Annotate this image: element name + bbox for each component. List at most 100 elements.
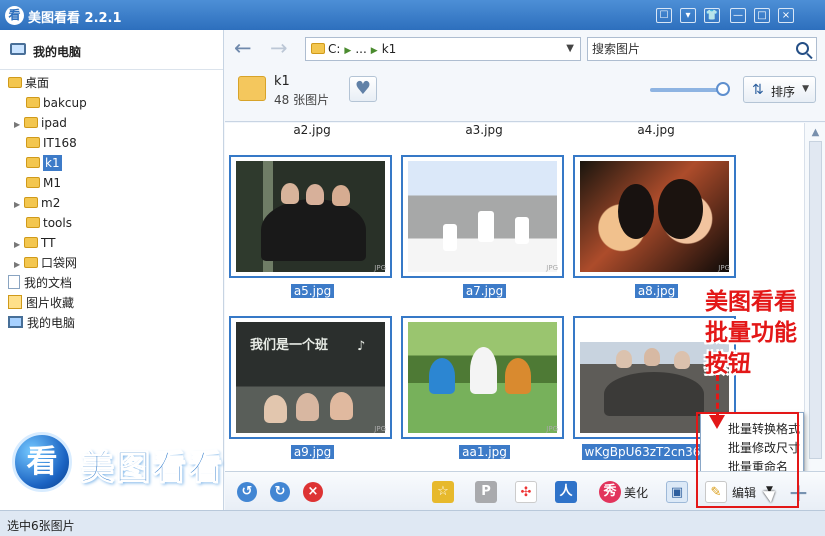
sort-label: 排序 [771, 85, 796, 99]
status-text: 选中6张图片 [7, 519, 75, 533]
favorites-icon [8, 295, 22, 309]
sidebar-item-desktop[interactable]: 桌面 [8, 74, 49, 93]
image-thumbnail[interactable]: JPG [229, 155, 392, 278]
folder-icon [311, 43, 325, 54]
computer-icon [10, 43, 26, 55]
sidebar-item-k1[interactable]: k1 [26, 154, 62, 173]
annotation-line: 按钮 [705, 351, 751, 377]
image-name[interactable]: a2.jpg [237, 123, 387, 137]
star-icon[interactable]: ☆ [432, 481, 454, 503]
sidebar-item-it168[interactable]: IT168 [26, 134, 77, 153]
beautify-icon[interactable]: 秀 [599, 481, 621, 503]
renren-icon[interactable]: 人 [555, 481, 577, 503]
window-title: 美图看看 2.2.1 [28, 11, 122, 26]
slideshow-icon[interactable]: ▣ [666, 481, 688, 503]
students-grass-photo [408, 322, 557, 433]
folder-info-bar: k1 48 张图片 ♥ ⇅ 排序 ▼ [225, 68, 825, 122]
sidebar-item-label: tools [43, 216, 72, 230]
sidebar-header: 我的电脑 [0, 30, 223, 70]
sidebar-item-tt[interactable]: ▶ TT [14, 234, 55, 253]
folder-icon [26, 137, 40, 148]
delete-icon[interactable]: × [303, 482, 323, 502]
breadcrumb-current[interactable]: k1 [382, 42, 397, 56]
sidebar-item-tools[interactable]: tools [26, 214, 72, 233]
beautify-label[interactable]: 美化 [624, 484, 648, 501]
sort-button[interactable]: ⇅ 排序 ▼ [743, 76, 816, 103]
zoom-slider-handle[interactable] [716, 82, 730, 96]
sidebar-header-label: 我的电脑 [33, 45, 82, 59]
weibo-icon[interactable]: ✣ [515, 481, 537, 503]
rotate-right-icon[interactable]: ↻ [270, 482, 290, 502]
search-box[interactable] [587, 37, 817, 61]
image-name[interactable]: aa1.jpg [401, 444, 568, 460]
search-icon[interactable] [796, 42, 809, 55]
favorite-heart-icon[interactable]: ♥ [349, 76, 377, 102]
expand-icon[interactable]: ▶ [14, 255, 24, 274]
folder-icon [26, 97, 40, 108]
sidebar-item-label: m2 [41, 196, 61, 210]
annotation-line: 批量功能 [705, 320, 797, 346]
minimize-button[interactable]: — [730, 8, 746, 23]
expand-icon[interactable]: ▶ [14, 115, 24, 134]
sidebar-item-m1[interactable]: M1 [26, 174, 61, 193]
scroll-thumb[interactable] [809, 141, 822, 459]
sidebar-item-label: M1 [43, 176, 61, 190]
sidebar-item-ipad[interactable]: ▶ ipad [14, 114, 67, 133]
folder-icon [26, 217, 40, 228]
image-thumbnail[interactable]: JPG [573, 155, 736, 278]
chevron-down-icon[interactable]: ▼ [566, 43, 574, 54]
menu-icon[interactable]: ▾ [680, 8, 696, 23]
image-name[interactable]: a4.jpg [581, 123, 731, 137]
sidebar-item-label: bakcup [43, 96, 87, 110]
image-name[interactable]: a7.jpg [401, 283, 568, 299]
jpg-badge: JPG [546, 425, 558, 433]
zoom-slider-track[interactable] [650, 88, 724, 92]
expand-icon[interactable]: ▶ [14, 235, 24, 254]
close-button[interactable]: × [778, 8, 794, 23]
skin-icon[interactable]: 👕 [704, 8, 720, 23]
image-thumbnail[interactable]: JPG [401, 155, 564, 278]
annotation: 美图看看 批量功能 按钮 [705, 287, 810, 380]
sidebar-item-my-documents[interactable]: 我的文档 [8, 274, 72, 293]
jpg-badge: JPG [718, 264, 730, 272]
message-icon[interactable]: ☐ [656, 8, 672, 23]
folder-icon [24, 197, 38, 208]
two-girls-photo [580, 161, 729, 272]
folder-icon [26, 157, 40, 168]
image-thumbnail[interactable]: JPG [401, 316, 564, 439]
folder-icon [8, 77, 22, 88]
sidebar-item-m2[interactable]: ▶ m2 [14, 194, 60, 213]
photo-count: 48 张图片 [274, 93, 330, 107]
scroll-up-icon[interactable]: ▲ [809, 127, 822, 140]
annotation-line: 美图看看 [705, 289, 797, 315]
sort-icon: ⇅ [752, 82, 764, 98]
expand-icon[interactable]: ▶ [14, 195, 24, 214]
search-input[interactable] [592, 41, 782, 55]
breadcrumb-drive[interactable]: C: [328, 42, 340, 56]
sidebar-item-picture-favorites[interactable]: 图片收藏 [8, 294, 74, 313]
sidebar-item-bakcup[interactable]: bakcup [26, 94, 87, 113]
chalkboard-text: ♪ [357, 339, 366, 354]
annotation-highlight-box [696, 412, 799, 508]
computer-icon [8, 316, 23, 328]
sidebar-item-pocket-net[interactable]: ▶ 口袋网 [14, 254, 77, 273]
rotate-left-icon[interactable]: ↺ [237, 482, 257, 502]
image-name[interactable]: a3.jpg [409, 123, 559, 137]
sidebar-item-label: k1 [43, 155, 62, 171]
image-name[interactable]: a5.jpg [229, 283, 396, 299]
sidebar-item-label: 桌面 [25, 76, 50, 90]
jpg-badge: JPG [546, 264, 558, 272]
share-icon[interactable]: P [475, 481, 497, 503]
sidebar-item-label: 图片收藏 [26, 296, 75, 310]
chalkboard-photo: 我们是一个班 ♪ [236, 322, 385, 433]
sidebar-item-my-computer[interactable]: 我的电脑 [8, 314, 75, 333]
maximize-button[interactable]: □ [754, 8, 770, 23]
forward-arrow-icon[interactable]: → [270, 38, 288, 59]
breadcrumb-ellipsis[interactable]: ... [355, 42, 366, 56]
address-bar[interactable]: C: ▶... ▶ k1 ▼ [305, 37, 581, 61]
back-arrow-icon[interactable]: ← [234, 38, 252, 59]
image-name[interactable]: a9.jpg [229, 444, 396, 460]
chevron-down-icon: ▼ [802, 84, 809, 94]
image-thumbnail[interactable]: 我们是一个班 ♪ JPG [229, 316, 392, 439]
folder-icon [24, 257, 38, 268]
